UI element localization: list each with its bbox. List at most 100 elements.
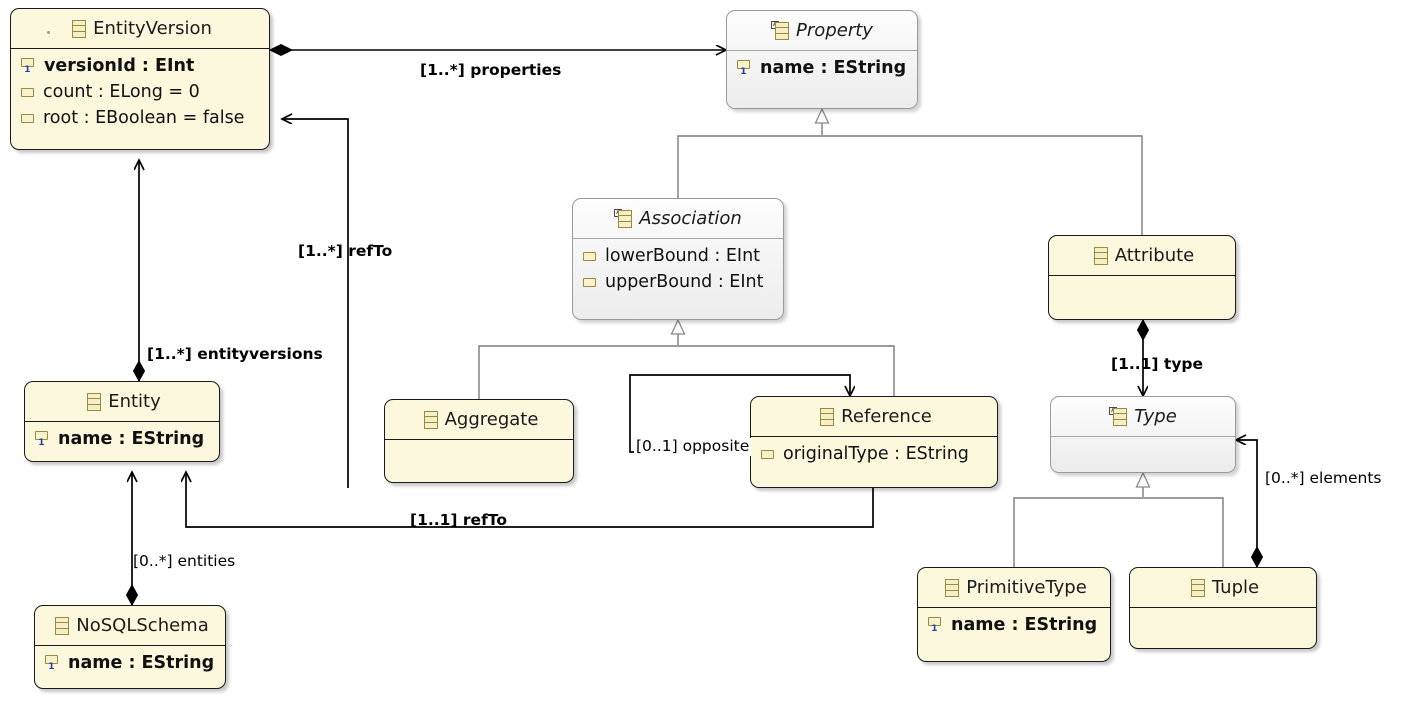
class-icon [816,407,835,426]
class-name-type: Type [1134,406,1177,427]
attribute-row[interactable]: originalType : EString [751,442,997,468]
attribute-label: lowerBound : EInt [605,246,761,266]
attribute-id-icon: 1 [928,617,942,634]
attribute-icon [583,278,596,288]
class-attributes-type [1051,437,1235,472]
class-name-primitivetype: PrimitiveType [966,577,1087,598]
edge-entity-entityversions-entityversion [132,160,146,383]
edge-label-opposite: [0..1] opposite [634,437,752,456]
class-header-entity: Entity [25,382,219,422]
class-name-entity: Entity [108,391,161,412]
edge-label-entities: [0..*] entities [133,552,236,570]
attribute-icon [583,252,596,262]
attribute-label: name : EString [760,58,907,78]
class-header-entityversion: EntityVersion [11,9,269,49]
class-header-primitivetype: PrimitiveType [918,568,1110,608]
attribute-icon [761,450,774,460]
class-header-aggregate: Aggregate [385,400,573,440]
class-box-reference[interactable]: Reference originalType : EString [750,396,998,488]
edge-label-refto-entity: [1..1] refTo [410,511,507,529]
class-attributes-aggregate [385,440,573,482]
class-name-nosqlschema: NoSQLSchema [76,615,209,636]
edge-label-elements: [0..*] elements [1265,469,1382,487]
class-icon [941,578,960,597]
class-name-association: Association [639,208,742,229]
class-glyph-icon [87,392,102,411]
class-box-entity[interactable]: Entity 1 name : EString [24,381,220,462]
attribute-row[interactable]: 1 name : EString [918,613,1110,639]
attribute-label: count : ELong = 0 [43,81,200,102]
class-attributes-nosqlschema: 1 name : EString [35,646,225,683]
class-attributes-tuple [1130,608,1316,648]
attribute-label: name : EString [68,653,215,673]
class-box-property[interactable]: A Property 1 name : EString [726,10,918,109]
abstract-class-icon: A [1109,406,1128,426]
attribute-row[interactable]: root : EBoolean = false [11,106,269,132]
attribute-id-icon: 1 [35,431,49,448]
class-glyph-icon [1113,407,1128,426]
class-header-attribute: Attribute [1049,236,1235,276]
class-header-type: A Type [1051,397,1235,437]
class-header-reference: Reference [751,397,997,437]
class-glyph-icon [55,616,70,635]
class-box-primitivetype[interactable]: PrimitiveType 1 name : EString [917,567,1111,662]
uml-diagram-canvas: EntityVersion 1 versionId : EInt count : EL… [0,0,1404,706]
class-glyph-icon [820,407,835,426]
class-box-association[interactable]: A Association lowerBound : EInt upperBound … [572,198,784,320]
class-icon [68,19,87,38]
class-attributes-entity: 1 name : EString [25,422,219,459]
attribute-row[interactable]: upperBound : EInt [573,270,783,296]
class-name-entityversion: EntityVersion [93,18,212,39]
attribute-label: versionId : EInt [44,56,195,76]
class-name-attribute: Attribute [1114,245,1195,266]
abstract-class-icon: A [614,208,633,228]
class-attributes-attribute [1049,276,1235,319]
class-header-tuple: Tuple [1130,568,1316,608]
class-attributes-property: 1 name : EString [727,51,917,88]
attribute-row[interactable]: 1 name : EString [727,56,917,82]
class-attributes-entityversion: 1 versionId : EInt count : ELong = 0 root :… [11,49,269,138]
class-name-property: Property [796,20,873,41]
dot-marker-icon [47,31,50,34]
class-glyph-icon [775,21,790,40]
edge-label-entityversions: [1..*] entityversions [147,345,323,363]
attribute-icon [21,88,34,98]
class-box-type[interactable]: A Type [1050,396,1236,473]
edge-entityversion-properties-property [268,43,726,57]
class-attributes-reference: originalType : EString [751,437,997,474]
edge-nosqlschema-entities-entity [125,472,139,607]
class-box-attribute[interactable]: Attribute [1048,235,1236,320]
class-glyph-icon [1093,246,1108,265]
class-box-nosqlschema[interactable]: NoSQLSchema 1 name : EString [34,605,226,689]
class-header-property: A Property [727,11,917,51]
class-name-aggregate: Aggregate [444,409,539,430]
attribute-label: upperBound : EInt [605,271,764,292]
class-icon [83,392,102,411]
edge-generalization-to-association [478,318,895,399]
edge-tuple-elements-type [1236,440,1264,569]
class-box-entityversion[interactable]: EntityVersion 1 versionId : EInt count : EL… [10,8,270,150]
class-name-reference: Reference [841,406,932,427]
edge-reference-refto-entityversion [282,119,349,488]
attribute-id-icon: 1 [737,60,751,77]
attribute-row[interactable]: 1 versionId : EInt [11,54,269,80]
attribute-row[interactable]: lowerBound : EInt [573,244,783,270]
class-box-tuple[interactable]: Tuple [1129,567,1317,649]
attribute-row[interactable]: count : ELong = 0 [11,80,269,106]
class-icon [1187,578,1205,597]
attribute-row[interactable]: 1 name : EString [25,427,219,453]
class-glyph-icon [423,410,438,429]
class-icon [51,616,70,635]
attribute-row[interactable]: 1 name : EString [35,651,225,677]
edge-generalization-to-type [1013,471,1224,567]
attribute-label: originalType : EString [783,444,969,464]
class-box-aggregate[interactable]: Aggregate [384,399,574,483]
class-icon [1090,246,1108,265]
class-header-association: A Association [573,199,783,239]
class-icon [420,410,438,429]
attribute-id-icon: 1 [45,655,59,672]
edge-label-type: [1..1] type [1111,355,1204,373]
class-name-tuple: Tuple [1211,577,1260,598]
class-attributes-association: lowerBound : EInt upperBound : EInt [573,239,783,302]
class-glyph-icon [1190,578,1205,597]
